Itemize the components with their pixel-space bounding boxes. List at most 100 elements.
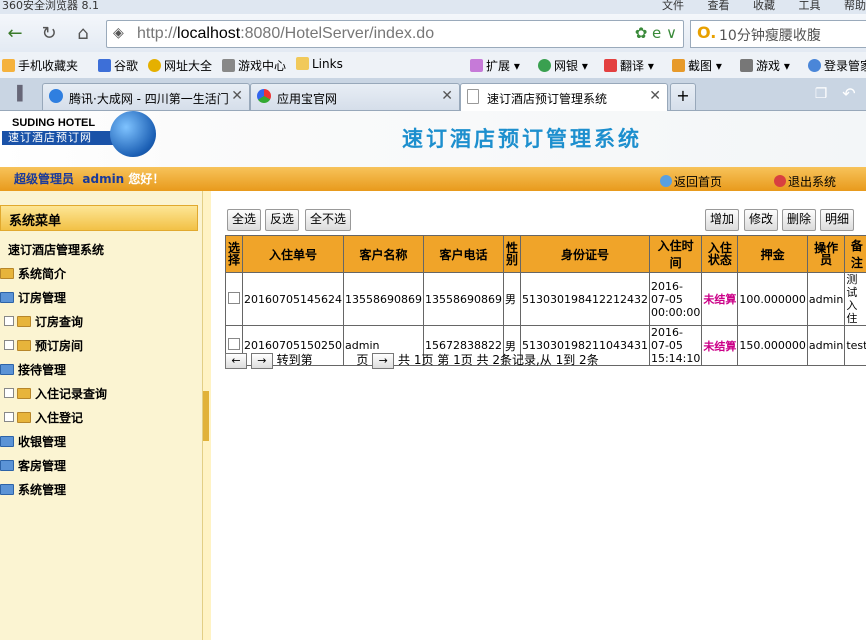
translate-icon: [604, 59, 617, 72]
detail-button[interactable]: 明细: [820, 209, 855, 231]
folder-icon: [0, 460, 14, 471]
logout-icon: [774, 175, 786, 187]
translate-button[interactable]: 翻译 ▾: [604, 57, 654, 74]
next-page-icon[interactable]: →: [250, 352, 273, 369]
shield-icon: ◈: [113, 25, 124, 41]
tab-bar: ▐ 腾讯·大成网 - 四川第一生活门 ✕ 应用宝官网 ✕ 速订酒店预订管理系统 …: [0, 78, 866, 111]
sidebar-item-book-room[interactable]: 预订房间: [4, 337, 83, 354]
login-manager-button[interactable]: 登录管家: [808, 57, 866, 74]
page-number-input[interactable]: [317, 354, 353, 368]
select-none-button[interactable]: 全不选: [305, 209, 352, 231]
close-icon[interactable]: ✕: [649, 88, 661, 104]
col-checkin-time: 入住时间: [648, 235, 703, 273]
fav-hao[interactable]: 网址大全: [148, 57, 212, 74]
tree-node-icon: [4, 316, 14, 326]
search-engine-icon[interactable]: O.: [697, 23, 716, 42]
folder-icon: [0, 364, 14, 375]
table-row[interactable]: 20160705145624 13558690869 13558690869 男…: [224, 272, 866, 326]
new-tab-button[interactable]: +: [670, 83, 696, 110]
folder-icon: [0, 484, 14, 495]
row-checkbox[interactable]: [224, 272, 244, 326]
search-icon: [660, 175, 672, 187]
add-button[interactable]: 增加: [705, 209, 740, 231]
sidebar-item-checkin[interactable]: 入住登记: [4, 409, 83, 426]
bank-button[interactable]: 网银 ▾: [538, 57, 588, 74]
fav-links[interactable]: Links: [296, 57, 343, 71]
sidebar-item-rooms[interactable]: 客房管理: [0, 457, 66, 474]
logout-link[interactable]: 退出系统: [774, 173, 836, 190]
tab-tencent[interactable]: 腾讯·大成网 - 四川第一生活门 ✕: [42, 83, 250, 110]
delete-button[interactable]: 删除: [782, 209, 817, 231]
close-icon[interactable]: ✕: [231, 88, 243, 104]
select-all-button[interactable]: 全选: [227, 209, 262, 231]
cell-remark: test: [844, 325, 866, 366]
address-url[interactable]: http://localhost:8080/HotelServer/index.…: [137, 25, 434, 43]
sidebar-item-checkin-query[interactable]: 入住记录查询: [4, 385, 107, 402]
col-customer: 客户名称: [343, 235, 424, 273]
address-bar[interactable]: ◈ http://localhost:8080/HotelServer/inde…: [106, 20, 684, 48]
prev-page-icon[interactable]: ←: [225, 352, 247, 369]
pagination: ← → 转到第 页 → 共 1页 第 1页 共 2条记录,从 1到 2条: [225, 351, 599, 369]
cell-status: 未结算: [701, 325, 739, 366]
folder-icon: [0, 292, 14, 303]
folder-icon: [17, 340, 31, 351]
checkbox[interactable]: [228, 291, 240, 304]
menu-file[interactable]: 文件: [662, 0, 684, 12]
back-arrow-icon[interactable]: ←: [2, 22, 28, 46]
screenshot-button[interactable]: 截图 ▾: [672, 57, 722, 74]
col-id-no: 身份证号: [519, 235, 650, 273]
sidebar-root[interactable]: 速订酒店管理系统: [8, 241, 104, 258]
col-deposit: 押金: [737, 235, 808, 273]
undo-icon[interactable]: ↶: [836, 82, 862, 106]
browser-mode-icon[interactable]: ✿ e ∨: [635, 24, 677, 42]
col-remark: 备注: [844, 235, 866, 273]
fav-mobile[interactable]: 手机收藏夹: [2, 57, 78, 74]
sidebar-item-booking-query[interactable]: 订房查询: [4, 313, 83, 330]
sidebar-item-cashier[interactable]: 收银管理: [0, 433, 66, 450]
sidebar-toggle-icon[interactable]: ▐: [4, 82, 30, 106]
home-icon[interactable]: ⌂: [70, 22, 96, 46]
search-text[interactable]: 10分钟瘦腰收腹: [719, 25, 821, 45]
close-icon[interactable]: ✕: [441, 88, 453, 104]
col-select: 选择: [224, 235, 244, 273]
cell-order-no: 20160705145624: [242, 272, 344, 326]
page-header: SUDING HOTEL 速订酒店预订网 速订酒店预订管理系统: [0, 111, 866, 167]
goto-label: 转到第: [276, 353, 313, 367]
site-icon: [148, 59, 161, 72]
sidebar-item-system[interactable]: 系统管理: [0, 481, 66, 498]
edit-button[interactable]: 修改: [744, 209, 779, 231]
google-icon: [98, 59, 111, 72]
go-button[interactable]: →: [372, 352, 395, 369]
invert-selection-button[interactable]: 反选: [265, 209, 300, 231]
folder-icon: [0, 268, 14, 279]
search-box[interactable]: O. 10分钟瘦腰收腹: [690, 20, 866, 48]
tree-node-icon: [4, 412, 14, 422]
menu-tools[interactable]: 工具: [799, 0, 821, 12]
sidebar-item-intro[interactable]: 系统简介: [0, 265, 66, 282]
folder-icon: [0, 436, 14, 447]
home-link[interactable]: 返回首页: [660, 173, 722, 190]
menu-view[interactable]: 查看: [708, 0, 730, 12]
refresh-icon[interactable]: ↻: [36, 22, 62, 46]
bank-icon: [538, 59, 551, 72]
cell-checkin-time: 2016-07-05 15:14:10: [648, 325, 703, 366]
extension-icon: [470, 59, 483, 72]
checkbox[interactable]: [228, 338, 240, 350]
fav-google[interactable]: 谷歌: [98, 57, 138, 74]
sidebar-item-booking[interactable]: 订房管理: [0, 289, 66, 306]
sidebar-item-reception[interactable]: 接待管理: [0, 361, 66, 378]
fav-games[interactable]: 游戏中心: [222, 57, 286, 74]
restore-icon[interactable]: ❐: [808, 82, 834, 106]
bookmark-icon: [2, 59, 15, 72]
game-button[interactable]: 游戏 ▾: [740, 57, 790, 74]
sidebar-header: 系统菜单: [0, 205, 198, 231]
ext-button[interactable]: 扩展 ▾: [470, 57, 520, 74]
menu-favorites[interactable]: 收藏: [753, 0, 775, 12]
menu-help[interactable]: 帮助: [844, 0, 866, 12]
page-icon: [467, 89, 479, 104]
tab-appstore[interactable]: 应用宝官网 ✕: [250, 83, 460, 110]
tab-hotel-system[interactable]: 速订酒店预订管理系统 ✕: [460, 83, 668, 111]
splitter-handle[interactable]: [203, 391, 209, 441]
cell-phone: 13558690869: [422, 272, 504, 326]
cell-operator: admin: [806, 272, 846, 326]
